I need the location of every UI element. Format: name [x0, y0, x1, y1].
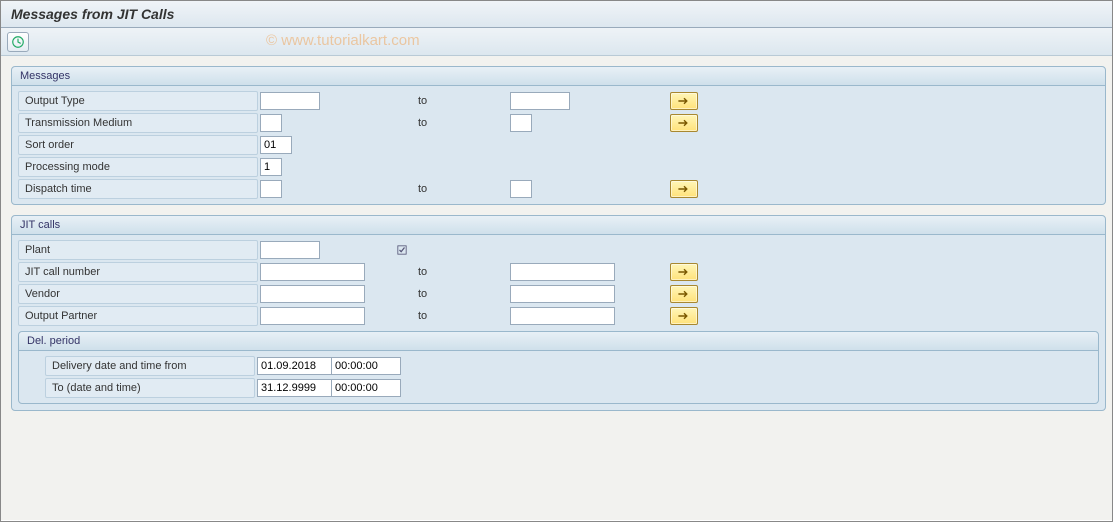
processing-mode-input[interactable]: [260, 158, 282, 176]
arrow-right-icon: [677, 267, 691, 277]
watermark-text: © www.tutorialkart.com: [266, 32, 420, 49]
output-partner-row: Output Partner to: [12, 305, 1105, 327]
transmission-medium-label: Transmission Medium: [18, 113, 258, 133]
del-period-group-title: Del. period: [19, 332, 1098, 351]
messages-group-title: Messages: [12, 67, 1105, 86]
dispatch-time-multi-button[interactable]: [670, 180, 698, 198]
dispatch-time-label: Dispatch time: [18, 179, 258, 199]
sort-order-row: Sort order: [12, 134, 1105, 156]
toolbar: © www.tutorialkart.com: [1, 28, 1112, 56]
delivery-from-row: Delivery date and time from: [19, 355, 1098, 377]
processing-mode-label: Processing mode: [18, 157, 258, 177]
output-partner-to-label: to: [410, 310, 510, 322]
vendor-label: Vendor: [18, 284, 258, 304]
transmission-medium-multi-button[interactable]: [670, 114, 698, 132]
jit-call-number-to-label: to: [410, 266, 510, 278]
output-type-to-input[interactable]: [510, 92, 570, 110]
jit-call-number-multi-button[interactable]: [670, 263, 698, 281]
arrow-right-icon: [677, 96, 691, 106]
sort-order-label: Sort order: [18, 135, 258, 155]
vendor-multi-button[interactable]: [670, 285, 698, 303]
output-partner-to-input[interactable]: [510, 307, 615, 325]
jit-call-number-from-input[interactable]: [260, 263, 365, 281]
arrow-right-icon: [677, 311, 691, 321]
plant-input[interactable]: [260, 241, 320, 259]
arrow-right-icon: [677, 118, 691, 128]
output-type-label: Output Type: [18, 91, 258, 111]
dispatch-time-from-input[interactable]: [260, 180, 282, 198]
transmission-medium-to-label: to: [410, 117, 510, 129]
execute-button[interactable]: [7, 32, 29, 52]
output-partner-multi-button[interactable]: [670, 307, 698, 325]
delivery-to-label: To (date and time): [45, 378, 255, 398]
plant-row: Plant: [12, 239, 1105, 261]
delivery-from-date-input[interactable]: [257, 357, 332, 375]
delivery-from-label: Delivery date and time from: [45, 356, 255, 376]
delivery-to-time-input[interactable]: [331, 379, 401, 397]
delivery-from-time-input[interactable]: [331, 357, 401, 375]
jit-call-number-to-input[interactable]: [510, 263, 615, 281]
output-type-multi-button[interactable]: [670, 92, 698, 110]
delivery-to-row: To (date and time): [19, 377, 1098, 399]
arrow-right-icon: [677, 289, 691, 299]
transmission-medium-row: Transmission Medium to: [12, 112, 1105, 134]
jit-calls-group: JIT calls Plant JIT call number: [11, 215, 1106, 411]
search-help-icon: [397, 245, 407, 255]
output-partner-from-input[interactable]: [260, 307, 365, 325]
vendor-to-input[interactable]: [510, 285, 615, 303]
arrow-right-icon: [677, 184, 691, 194]
clock-execute-icon: [11, 35, 25, 49]
del-period-group: Del. period Delivery date and time from …: [18, 331, 1099, 404]
dispatch-time-row: Dispatch time to: [12, 178, 1105, 200]
jit-call-number-row: JIT call number to: [12, 261, 1105, 283]
dispatch-time-to-input[interactable]: [510, 180, 532, 198]
plant-label: Plant: [18, 240, 258, 260]
vendor-row: Vendor to: [12, 283, 1105, 305]
processing-mode-row: Processing mode: [12, 156, 1105, 178]
sort-order-input[interactable]: [260, 136, 292, 154]
output-type-from-input[interactable]: [260, 92, 320, 110]
delivery-to-date-input[interactable]: [257, 379, 332, 397]
dispatch-time-to-label: to: [410, 183, 510, 195]
output-type-to-label: to: [410, 95, 510, 107]
jit-calls-group-title: JIT calls: [12, 216, 1105, 235]
vendor-to-label: to: [410, 288, 510, 300]
transmission-medium-to-input[interactable]: [510, 114, 532, 132]
page-title: Messages from JIT Calls: [1, 1, 1112, 28]
transmission-medium-from-input[interactable]: [260, 114, 282, 132]
messages-group: Messages Output Type to Transmission Med…: [11, 66, 1106, 205]
output-partner-label: Output Partner: [18, 306, 258, 326]
output-type-row: Output Type to: [12, 90, 1105, 112]
vendor-from-input[interactable]: [260, 285, 365, 303]
jit-call-number-label: JIT call number: [18, 262, 258, 282]
plant-f4-help-button[interactable]: [395, 242, 409, 258]
content-area: Messages Output Type to Transmission Med…: [1, 56, 1112, 520]
